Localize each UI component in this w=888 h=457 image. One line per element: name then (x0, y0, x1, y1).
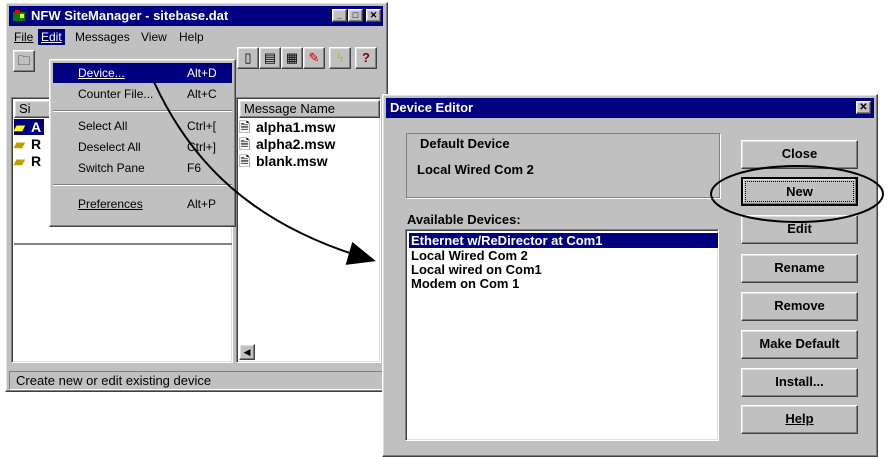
device-list-item[interactable]: Modem on Com 1 (409, 276, 718, 291)
available-devices-list[interactable]: Ethernet w/ReDirector at Com1 Local Wire… (405, 229, 719, 441)
available-devices-label: Available Devices: (407, 212, 521, 227)
open-folder-icon[interactable]: 🗀 (13, 50, 35, 72)
main-titlebar[interactable]: NFW SiteManager - sitebase.dat _ □ ✕ (9, 6, 383, 26)
help-icon[interactable]: ? (355, 47, 377, 69)
device-editor-dialog: Device Editor ✕ Default Device Local Wir… (382, 94, 878, 457)
edit-button[interactable]: Edit (741, 215, 858, 244)
site-row[interactable]: ▰ A (14, 119, 45, 135)
message-file-row[interactable]: 🗎 blank.msw (239, 153, 328, 169)
edit-menu-dropdown: Device... Alt+D Counter File... Alt+C Sele… (49, 59, 236, 227)
close-button[interactable]: ✕ (366, 9, 381, 22)
menu-item-deselect-all[interactable]: Deselect All Ctrl+] (53, 137, 232, 157)
menu-view[interactable]: View (138, 29, 170, 45)
menu-help[interactable]: Help (176, 29, 207, 45)
menu-item-select-all[interactable]: Select All Ctrl+[ (53, 116, 232, 136)
site-row[interactable]: ▰ R (14, 136, 41, 152)
image-icon[interactable]: ▦ (281, 47, 303, 69)
maximize-button[interactable]: □ (348, 9, 363, 22)
menu-separator (53, 184, 232, 186)
menu-item-device[interactable]: Device... Alt+D (53, 63, 232, 83)
main-title: NFW SiteManager - sitebase.dat (31, 8, 229, 23)
menu-file[interactable]: File (11, 29, 36, 45)
app-icon (13, 10, 25, 21)
pencil-icon[interactable]: ✎ (303, 47, 325, 69)
messages-pane[interactable]: Message Name 🗎 alpha1.msw 🗎 alpha2.msw 🗎 bl… (236, 97, 381, 363)
scroll-left-button[interactable]: ◀ (239, 344, 255, 360)
device-list-item[interactable]: Local wired on Com1 (409, 262, 718, 277)
page-icon[interactable]: ▯ (237, 47, 259, 69)
sites-column-header[interactable]: Si (14, 100, 54, 118)
message-file-row[interactable]: 🗎 alpha1.msw (239, 119, 335, 135)
rename-button[interactable]: Rename (741, 254, 858, 283)
new-button[interactable]: New (741, 177, 858, 206)
dialog-title: Device Editor (390, 100, 474, 115)
default-device-value: Local Wired Com 2 (417, 162, 534, 177)
lightning-icon[interactable]: ϟ (329, 47, 351, 69)
message-file-row[interactable]: 🗎 alpha2.msw (239, 136, 335, 152)
help-button[interactable]: Help (741, 405, 858, 434)
pane-splitter[interactable] (14, 243, 232, 245)
page-text-icon[interactable]: ▤ (259, 47, 281, 69)
folder-icon: ▰ (14, 136, 25, 152)
document-icon: 🗎 (239, 136, 251, 152)
device-editor-titlebar[interactable]: Device Editor ✕ (386, 98, 874, 118)
document-icon: 🗎 (239, 153, 251, 169)
message-name-column-header[interactable]: Message Name (239, 100, 380, 118)
folder-icon: ▰ (14, 153, 25, 169)
open-folder-icon: ▰ (14, 119, 25, 135)
remove-button[interactable]: Remove (741, 292, 858, 321)
minimize-button[interactable]: _ (332, 9, 347, 22)
menu-separator (53, 110, 232, 112)
make-default-button[interactable]: Make Default (741, 330, 858, 359)
close-button[interactable]: Close (741, 140, 858, 169)
status-bar: Create new or edit existing device (9, 371, 383, 390)
menu-edit[interactable]: Edit (38, 29, 65, 45)
install-button[interactable]: Install... (741, 368, 858, 397)
document-icon: 🗎 (239, 119, 251, 135)
menu-bar: File Edit Messages View Help (9, 27, 383, 47)
menu-item-preferences[interactable]: Preferences Alt+P (53, 194, 232, 214)
default-device-group-label: Default Device (416, 136, 514, 151)
menu-item-counter-file[interactable]: Counter File... Alt+C (53, 84, 232, 104)
menu-messages[interactable]: Messages (72, 29, 133, 45)
device-list-item[interactable]: Local Wired Com 2 (409, 248, 718, 263)
menu-item-switch-pane[interactable]: Switch Pane F6 (53, 158, 232, 178)
device-list-item[interactable]: Ethernet w/ReDirector at Com1 (409, 233, 718, 248)
site-row[interactable]: ▰ R (14, 153, 41, 169)
close-icon[interactable]: ✕ (856, 101, 871, 114)
